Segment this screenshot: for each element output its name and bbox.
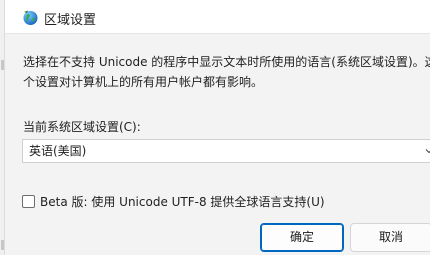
description-line: 选择在不支持 Unicode 的程序中显示文本时所使用的语言(系统区域设置)。这 [23, 55, 430, 69]
locale-selected-value: 英语(美国) [29, 144, 87, 158]
chevron-down-icon [425, 149, 430, 154]
beta-utf8-label[interactable]: Beta 版: 使用 Unicode UTF-8 提供全球语言支持(U) [40, 193, 325, 211]
locale-label: 当前系统区域设置(C): [23, 120, 141, 134]
locale-select[interactable]: 英语(美国) [22, 139, 430, 163]
beta-utf8-checkbox[interactable] [22, 195, 35, 208]
globe-icon [23, 10, 38, 25]
region-settings-dialog: 区域设置 选择在不支持 Unicode 的程序中显示文本时所使用的语言(系统区域… [5, 0, 430, 255]
title-bar[interactable]: 区域设置 [5, 0, 430, 34]
ok-button[interactable]: 确定 [260, 223, 344, 252]
edge-strip [1, 240, 4, 250]
description-line: 个设置对计算机上的所有用户帐户都有影响。 [23, 75, 264, 89]
cancel-button[interactable]: 取消 [350, 223, 430, 252]
description-text: 选择在不支持 Unicode 的程序中显示文本时所使用的语言(系统区域设置)。这… [23, 52, 430, 92]
edge-strip [1, 60, 4, 70]
window-title: 区域设置 [44, 13, 97, 28]
